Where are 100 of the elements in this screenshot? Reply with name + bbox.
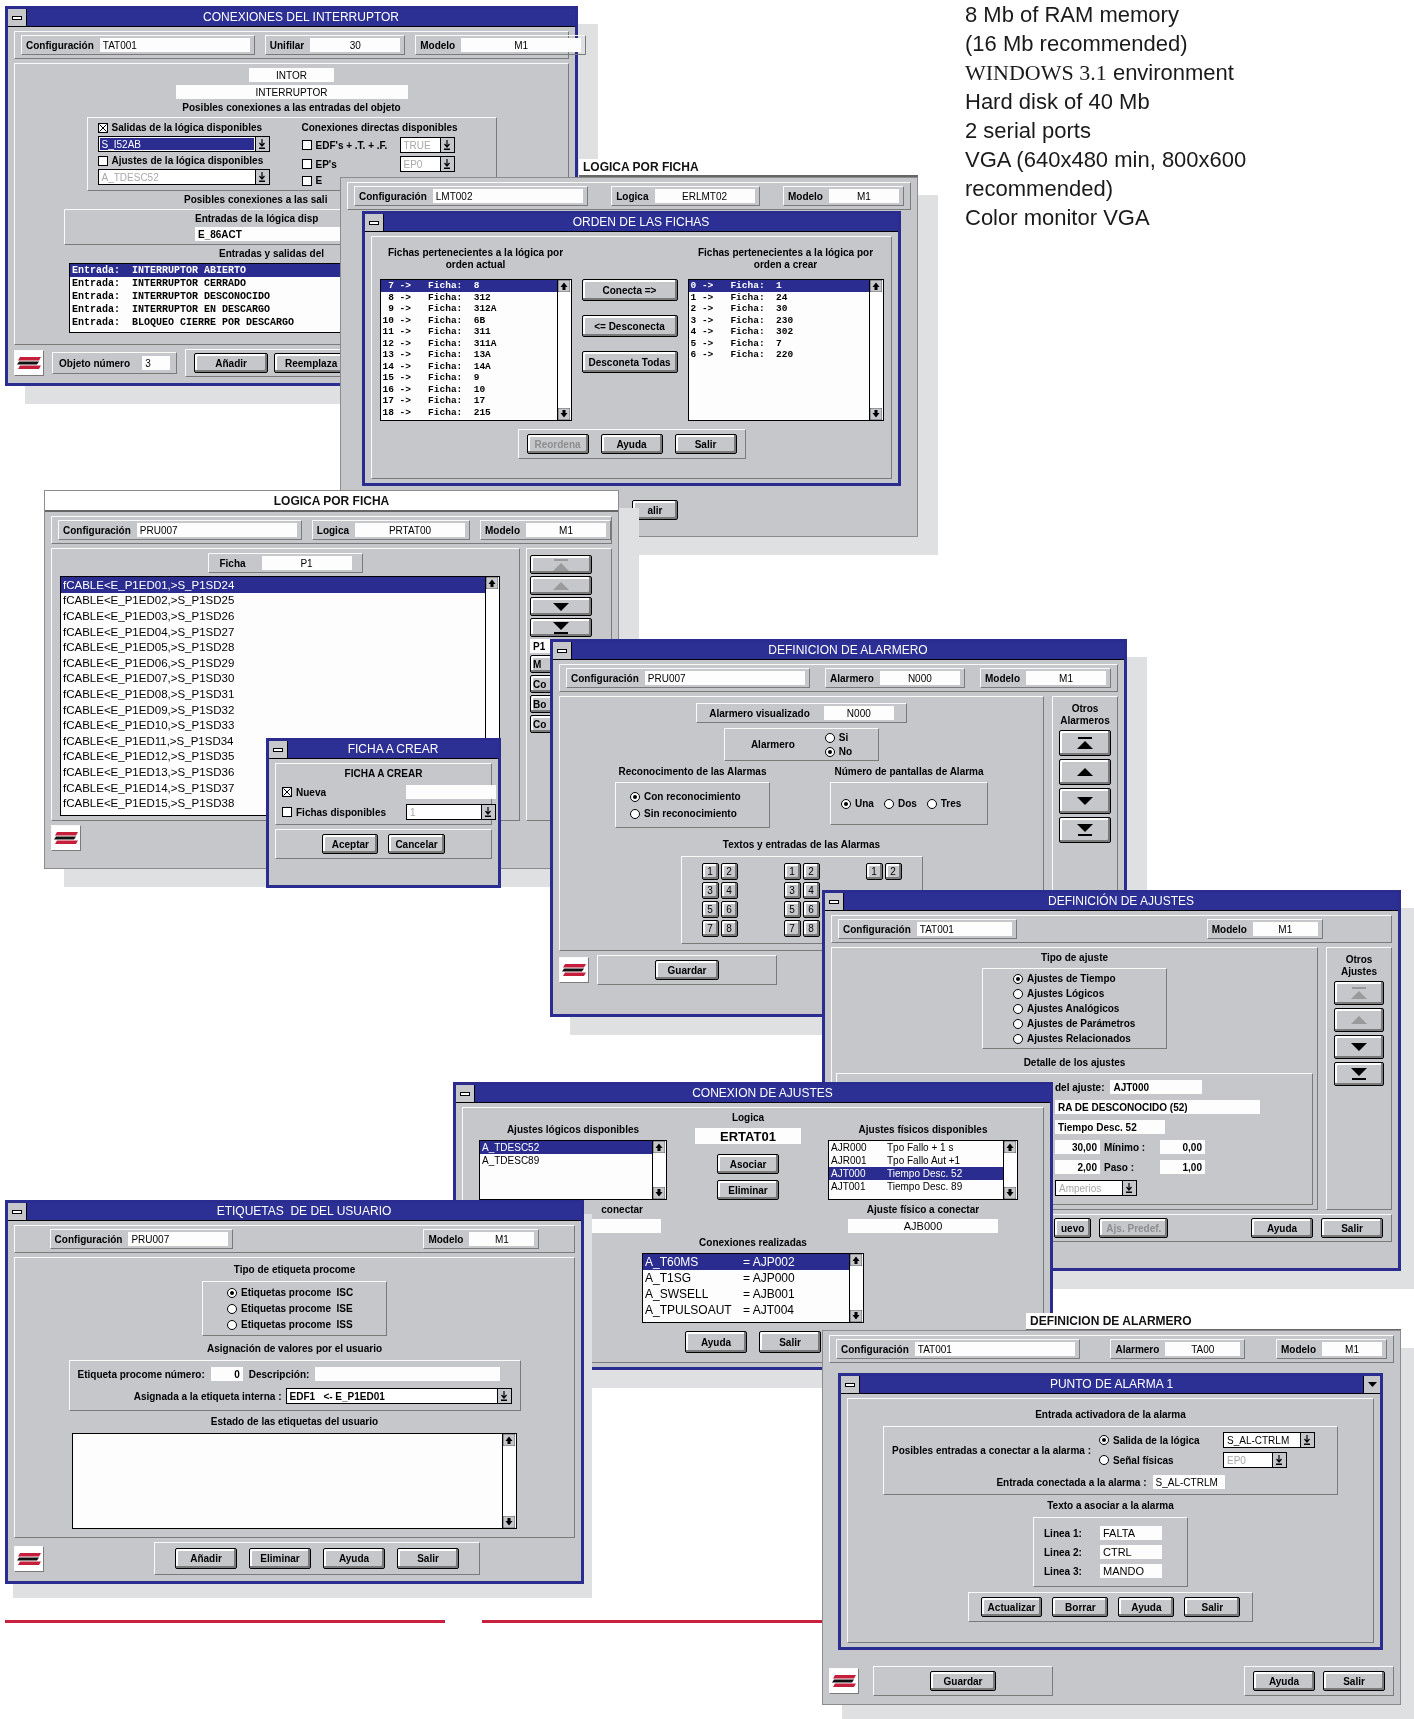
text-field[interactable] <box>315 1367 501 1381</box>
scrollbar[interactable] <box>556 280 571 420</box>
list-item[interactable]: A_TDESC89 <box>480 1154 652 1167</box>
dialog-button[interactable]: Eliminar <box>249 1548 311 1569</box>
key-button[interactable]: 1 <box>783 863 801 880</box>
text-field[interactable]: TA00 <box>1165 1342 1241 1356</box>
dialog-button[interactable]: Cancelar <box>388 834 445 854</box>
text-field[interactable] <box>406 785 496 799</box>
list-item[interactable]: AJT000 Tiempo Desc. 52 <box>829 1167 1003 1180</box>
text-field[interactable]: PRTAT00 <box>355 523 465 537</box>
list-item[interactable]: 11 -> Ficha: 311 <box>380 326 557 338</box>
nav-button[interactable] <box>1334 1062 1384 1086</box>
text-field[interactable]: RA DE DESCONOCIDO (52) <box>1055 1100 1260 1114</box>
nav-button[interactable] <box>530 618 592 637</box>
dialog-button[interactable]: Ayuda <box>1253 1671 1315 1691</box>
radio-option[interactable]: Etiquetas procome ISE <box>227 1303 362 1314</box>
scrollbar[interactable] <box>1003 1141 1017 1199</box>
text-field[interactable]: FALTA <box>1100 1526 1162 1540</box>
key-button[interactable]: 4 <box>720 882 738 899</box>
text-field[interactable]: M1 <box>1252 922 1318 936</box>
list-item[interactable]: 13 -> Ficha: 13A <box>380 349 557 361</box>
radio-option[interactable]: No <box>824 746 853 757</box>
list-item[interactable]: AJT001 Tiempo Desc. 89 <box>829 1180 1003 1193</box>
key-button[interactable]: 2 <box>802 863 820 880</box>
system-menu-button[interactable] <box>269 741 288 758</box>
list-item[interactable]: A_TDESC52 <box>480 1141 652 1154</box>
scrollbar[interactable] <box>868 280 883 420</box>
dialog-button[interactable]: Salir <box>674 434 737 454</box>
window-menu-button[interactable] <box>1363 1376 1380 1393</box>
dialog-button[interactable]: Añadir <box>175 1548 237 1569</box>
list-item[interactable]: 18 -> Ficha: 215 <box>380 406 557 418</box>
checkbox[interactable]: E <box>301 175 396 186</box>
list-item[interactable]: fCABLE<E_P1ED09,>S_P1SD32 <box>61 701 485 718</box>
text-field[interactable]: 0,00 <box>1160 1140 1205 1154</box>
key-button[interactable]: 1 <box>701 863 719 880</box>
text-field[interactable]: M1 <box>461 38 582 52</box>
list-item[interactable]: 2 -> Ficha: 30 <box>688 303 869 315</box>
key-button[interactable]: 8 <box>802 920 820 937</box>
text-field[interactable]: M1 <box>1026 671 1106 685</box>
text-field[interactable]: LMT002 <box>432 189 583 203</box>
radio-option[interactable]: Una <box>841 798 874 809</box>
text-field[interactable]: CTRL <box>1100 1545 1162 1559</box>
nav-button[interactable] <box>1059 730 1111 756</box>
system-menu-button[interactable] <box>553 642 572 659</box>
dialog-button[interactable]: Añadir <box>194 353 269 373</box>
list-item[interactable]: 12 -> Ficha: 311A <box>380 337 557 349</box>
dialog-button[interactable]: Guardar <box>930 1671 996 1691</box>
text-field[interactable]: 30,00 <box>1055 1140 1100 1154</box>
list-item[interactable]: 1 -> Ficha: 24 <box>688 291 869 303</box>
dialog-button[interactable]: Desconeta Todas <box>581 351 678 373</box>
dialog-button[interactable]: Asociar <box>717 1154 779 1174</box>
list-item[interactable]: 9 -> Ficha: 312A <box>380 303 557 315</box>
list-item[interactable]: fCABLE<E_P1ED03,>S_P1SD26 <box>61 608 485 624</box>
system-menu-button[interactable] <box>825 893 844 910</box>
text-field[interactable]: 30 <box>310 38 401 52</box>
dropdown[interactable]: S_I52AB <box>97 136 270 152</box>
radio-option[interactable]: Con reconocimiento <box>630 791 755 802</box>
list-item[interactable]: 6 -> Ficha: 220 <box>688 349 869 361</box>
text-field[interactable]: TAT001 <box>916 922 1012 936</box>
dialog-button[interactable]: alir <box>632 500 678 520</box>
key-button[interactable]: 5 <box>783 901 801 918</box>
text-field[interactable]: INTOR <box>249 68 334 82</box>
list-item[interactable]: fCABLE<E_P1ED07,>S_P1SD30 <box>61 670 485 687</box>
dialog-button[interactable]: Ayuda <box>1251 1218 1313 1238</box>
dialog-button[interactable]: Conecta => <box>581 279 678 301</box>
key-button[interactable]: 3 <box>783 882 801 899</box>
radio-option[interactable]: Sin reconocimiento <box>630 808 755 819</box>
key-button[interactable]: 7 <box>701 920 719 937</box>
dialog-button[interactable]: Guardar <box>655 960 719 980</box>
text-field[interactable]: 1,00 <box>1160 1160 1205 1174</box>
text-field[interactable]: PRU007 <box>128 1232 229 1246</box>
text-field[interactable]: P1 <box>261 556 352 570</box>
key-button[interactable]: 6 <box>802 901 820 918</box>
nav-button[interactable] <box>1059 817 1111 843</box>
key-button[interactable]: 4 <box>802 882 820 899</box>
list-item[interactable]: A_SWSELL = AJB001 <box>643 1286 849 1302</box>
nav-button[interactable] <box>1059 788 1111 814</box>
text-field[interactable]: AJT000 <box>1110 1080 1203 1094</box>
checkbox[interactable]: Salidas de la lógica disponibles <box>97 122 278 133</box>
radio-option[interactable]: Tres <box>926 798 962 809</box>
radio-option[interactable]: Ajustes de Tiempo <box>1013 973 1136 984</box>
list-item[interactable]: 15 -> Ficha: 9 <box>380 372 557 384</box>
list-item[interactable]: A_T60MS = AJP002 <box>643 1254 849 1270</box>
text-field[interactable]: ERTAT01 <box>695 1128 801 1144</box>
text-field[interactable]: M1 <box>829 189 899 203</box>
list-item[interactable]: 14 -> Ficha: 14A <box>380 360 557 372</box>
list-item[interactable]: 0 -> Ficha: 1 <box>688 280 869 292</box>
dialog-button[interactable]: Salir <box>759 1331 821 1353</box>
dialog-button[interactable]: Borrar <box>1052 1597 1109 1617</box>
list-item[interactable]: A_TPULSOAUT = AJT004 <box>643 1302 849 1318</box>
dialog-button[interactable]: Salir <box>1321 1218 1383 1238</box>
text-field[interactable]: AJB000 <box>848 1219 998 1233</box>
text-field[interactable]: M1 <box>526 523 606 537</box>
key-button[interactable]: 3 <box>701 882 719 899</box>
dialog-button[interactable]: Ayuda <box>323 1548 385 1569</box>
text-field[interactable]: M1 <box>1322 1342 1382 1356</box>
text-field[interactable]: 0 <box>210 1367 243 1381</box>
text-field[interactable]: S_AL-CTRLM <box>1152 1475 1225 1489</box>
dialog-button[interactable]: <= Desconecta <box>581 315 678 337</box>
scrollbar[interactable] <box>849 1254 863 1322</box>
